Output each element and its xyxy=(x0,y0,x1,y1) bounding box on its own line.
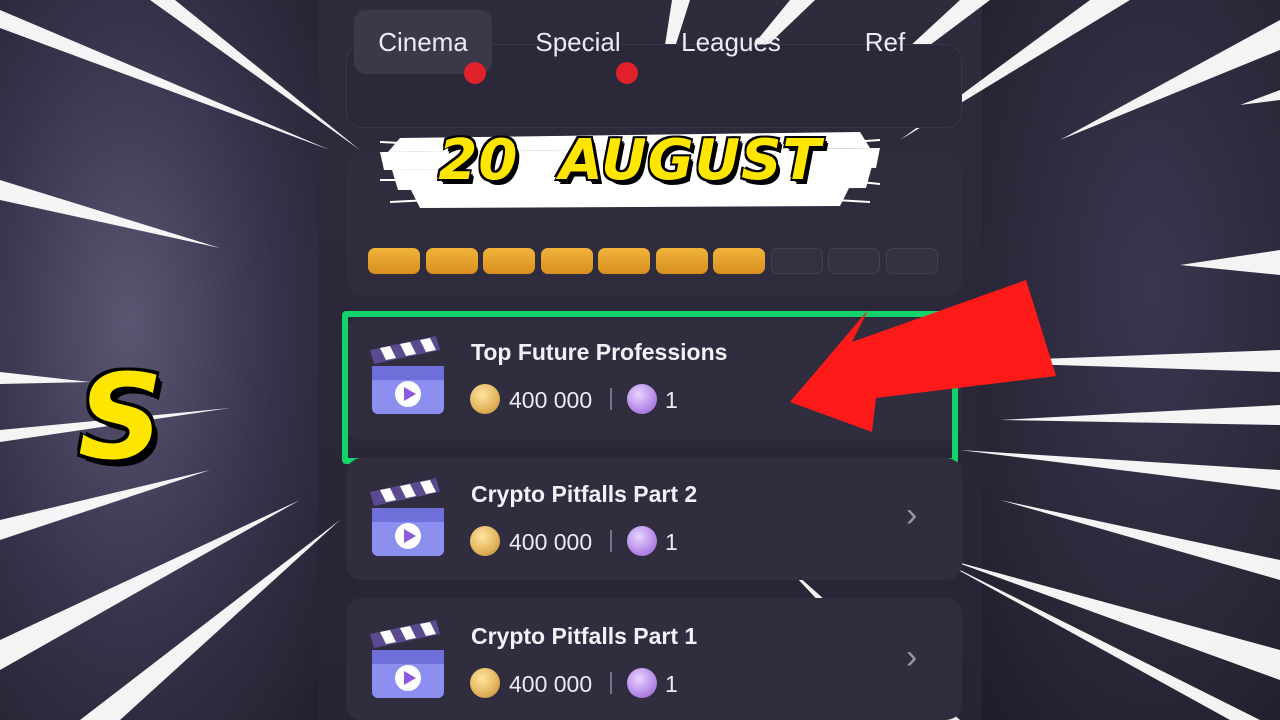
progress-segment xyxy=(598,248,650,274)
tab-ref-label: Ref xyxy=(864,27,906,57)
video-title: Crypto Pitfalls Part 2 xyxy=(471,481,698,507)
chevron-right-icon[interactable]: › xyxy=(906,638,917,677)
tab-cinema-label: Cinema xyxy=(378,27,468,57)
ticket-count: 1 xyxy=(665,529,678,555)
banner-month: AUGUST xyxy=(559,128,822,193)
ticket-icon xyxy=(627,526,657,556)
progress-segment xyxy=(425,248,478,274)
coin-icon xyxy=(470,526,500,556)
ticket-count: 1 xyxy=(665,671,678,697)
banner-day: 20 xyxy=(438,128,519,193)
tab-cinema-badge xyxy=(464,62,486,84)
tab-special-badge xyxy=(616,62,638,84)
progress-segment xyxy=(770,248,823,274)
clapperboard-icon xyxy=(370,620,444,698)
divider xyxy=(610,530,612,552)
red-arrow-icon xyxy=(790,280,1056,432)
reward-amount: 400 000 xyxy=(509,529,593,555)
progress-segment xyxy=(483,248,535,274)
divider xyxy=(610,672,612,694)
progress-segment xyxy=(828,248,880,274)
progress-segment xyxy=(655,248,708,274)
coin-icon xyxy=(470,668,500,698)
date-banner: 20 AUGUST xyxy=(380,128,880,193)
overlay-letter: S xyxy=(78,348,163,486)
tab-ref[interactable]: Ref xyxy=(838,10,932,74)
tab-leagues[interactable]: Leagues xyxy=(668,10,794,74)
tab-special-label: Special xyxy=(535,27,621,57)
ticket-icon xyxy=(627,668,657,698)
chevron-right-icon[interactable]: › xyxy=(906,496,917,535)
progress-segment xyxy=(713,248,765,274)
clapperboard-icon xyxy=(370,478,444,556)
progress-segment xyxy=(885,248,938,274)
progress-segment xyxy=(368,248,420,274)
video-title: Crypto Pitfalls Part 1 xyxy=(471,623,698,649)
tab-leagues-label: Leagues xyxy=(681,27,781,57)
reward-amount: 400 000 xyxy=(509,671,593,697)
progress-segment xyxy=(540,248,593,274)
